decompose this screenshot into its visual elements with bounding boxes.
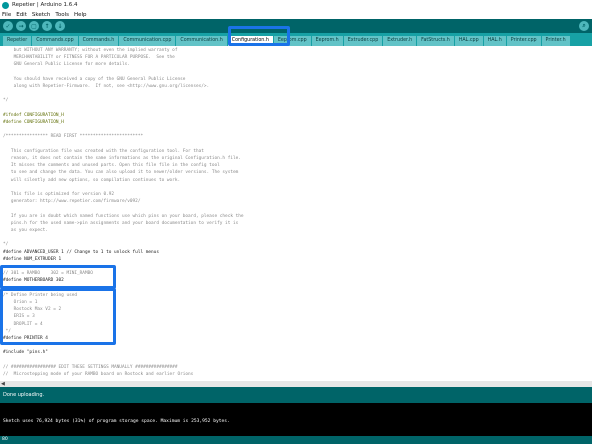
code-line: #define CONFIGURATION_H — [3, 120, 64, 125]
code-line: */ — [3, 98, 9, 104]
highlight-configuration-tab — [228, 26, 290, 46]
code-line: /**************** READ FIRST ***********… — [3, 134, 144, 140]
serial-monitor-icon[interactable]: ⌕ — [579, 21, 589, 31]
code-line: MERCHANTABILITY or FITNESS FOR A PARTICU… — [3, 55, 175, 61]
highlight-motherboard-define — [0, 265, 116, 289]
new-sketch-icon[interactable]: ▢ — [29, 21, 39, 31]
highlight-printer-define — [0, 288, 116, 345]
code-line: You should have received a copy of the G… — [3, 76, 186, 82]
menu-sketch[interactable]: Sketch — [32, 12, 51, 18]
code-line: It misses the comments and unused parts.… — [3, 163, 220, 169]
file-tab-bar: Repetier Commands.cpp Commands.h Communi… — [0, 33, 592, 46]
tab-hal-h[interactable]: HAL.h — [483, 36, 506, 46]
verify-icon[interactable]: ✓ — [3, 21, 13, 31]
upload-icon[interactable]: → — [16, 21, 26, 31]
tab-commands-cpp[interactable]: Commands.cpp — [32, 36, 78, 46]
footer-bar: 80 — [0, 436, 592, 444]
menu-help[interactable]: Help — [74, 12, 87, 18]
code-line: to see and change the data. You can also… — [3, 170, 239, 176]
code-line: #ifndef CONFIGURATION_H — [3, 112, 64, 118]
menu-bar: File Edit Sketch Tools Help — [0, 10, 592, 19]
code-line: will silently add new options, so compil… — [3, 177, 181, 183]
tab-commands-h[interactable]: Commands.h — [78, 36, 119, 46]
tab-repetier[interactable]: Repetier — [3, 36, 32, 46]
code-line: #include "pins.h" — [3, 350, 48, 356]
code-line: // Microstepping mode of your RAMBO boar… — [3, 372, 194, 377]
code-line: as you expect. — [3, 228, 48, 233]
tab-communication-cpp[interactable]: Communication.cpp — [119, 36, 176, 46]
tab-fatstructs-h[interactable]: FatStructs.h — [417, 36, 454, 46]
menu-edit[interactable]: Edit — [16, 12, 27, 18]
save-icon[interactable]: ↓ — [55, 21, 65, 31]
tab-communication-h[interactable]: Communication.h — [176, 36, 227, 46]
tab-printer-h[interactable]: Printer.h — [541, 36, 570, 46]
menu-file[interactable]: File — [2, 12, 11, 18]
tab-printer-cpp[interactable]: Printer.cpp — [506, 36, 541, 46]
tab-extruder-cpp[interactable]: Extruder.cpp — [343, 36, 383, 46]
code-line: */ — [3, 242, 9, 248]
status-message: Done uploading. — [3, 392, 45, 398]
code-line: along with Repetier-Firmware. If not, se… — [3, 84, 210, 89]
code-line: // ################# EDIT THESE SETTINGS… — [3, 364, 178, 370]
menu-tools[interactable]: Tools — [55, 12, 69, 18]
code-line: This configuration file was created with… — [3, 148, 204, 154]
open-icon[interactable]: ↑ — [42, 21, 52, 31]
tab-eeprom-h[interactable]: Eeprom.h — [311, 36, 343, 46]
console-output: Sketch uses 76,924 bytes (31%) of progra… — [0, 403, 592, 436]
code-line: generator: http://www.repetier.com/firmw… — [3, 199, 141, 205]
console-text: Sketch uses 76,924 bytes (31%) of progra… — [3, 419, 230, 424]
title-bar: Repetier | Arduino 1.6.4 — [0, 0, 592, 10]
code-line: but WITHOUT ANY WARRANTY; without even t… — [3, 48, 178, 53]
status-bar: Done uploading. — [0, 387, 592, 403]
tab-hal-cpp[interactable]: HAL.cpp — [454, 36, 483, 46]
code-line: This file is optimized for version 0.92 — [3, 192, 115, 197]
toolbar: ✓ → ▢ ↑ ↓ ⌕ — [0, 19, 592, 33]
line-number: 80 — [2, 437, 8, 442]
code-line: reason, it does not contain the same inf… — [3, 156, 241, 161]
code-line: #define NUM_EXTRUDER 1 — [3, 256, 62, 262]
code-line: pins.h for the used name->pin assignment… — [3, 220, 239, 226]
arduino-logo-icon — [2, 1, 9, 9]
window-title: Repetier | Arduino 1.6.4 — [12, 2, 78, 8]
tab-extruder-h[interactable]: Extruder.h — [383, 36, 417, 46]
code-line: #define ADVANCED_USER 1 // Change to 1 t… — [3, 249, 159, 255]
code-line: If you are in doubt which named function… — [3, 213, 244, 219]
code-line: GNU General Public License for more deta… — [3, 62, 130, 68]
